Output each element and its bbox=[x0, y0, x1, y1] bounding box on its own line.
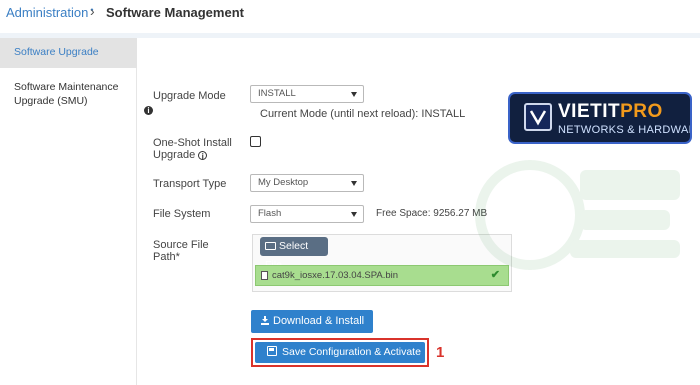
logo-v-icon bbox=[524, 103, 552, 131]
sidebar-item-smu[interactable]: Software Maintenance Upgrade (SMU) bbox=[0, 80, 137, 108]
file-system-value: Flash bbox=[258, 208, 282, 219]
file-system-select[interactable]: Flash bbox=[250, 205, 364, 223]
page-title: Software Management bbox=[106, 5, 244, 20]
one-shot-label-text: One-Shot Install Upgrade bbox=[153, 137, 232, 161]
file-system-label: File System bbox=[153, 208, 211, 220]
free-space-text: Free Space: 9256.27 MB bbox=[376, 208, 488, 219]
breadcrumb-parent-label: Administration bbox=[6, 5, 89, 20]
step-number: 1 bbox=[436, 344, 445, 361]
transport-type-select[interactable]: My Desktop bbox=[250, 174, 364, 192]
caret-down-icon bbox=[351, 92, 357, 97]
selected-file-name: cat9k_iosxe.17.03.04.SPA.bin bbox=[272, 270, 399, 281]
caret-down-icon bbox=[351, 212, 357, 217]
logo-brand-text: VIETITPRO bbox=[558, 101, 663, 123]
caret-down-icon bbox=[351, 181, 357, 186]
logo-brand-accent: PRO bbox=[620, 101, 663, 122]
save-activate-label: Save Configuration & Activate bbox=[282, 346, 421, 358]
folder-open-icon bbox=[265, 242, 276, 250]
select-file-button[interactable]: Select File bbox=[260, 237, 328, 271]
download-install-label: Download & Install bbox=[273, 315, 365, 327]
sidebar-item-software-upgrade[interactable]: Software Upgrade bbox=[0, 38, 137, 68]
chevron-right-icon: › bbox=[90, 3, 95, 19]
transport-type-label: Transport Type bbox=[153, 178, 227, 190]
upgrade-mode-label: Upgrade Mode bbox=[153, 90, 226, 102]
download-icon bbox=[261, 316, 269, 325]
one-shot-install-checkbox[interactable] bbox=[250, 136, 261, 147]
sidebar: Software Upgrade Software Maintenance Up… bbox=[0, 38, 137, 385]
breadcrumb: Administration • › Software Management bbox=[0, 0, 700, 28]
logo-tagline: NETWORKS & HARDWARE bbox=[558, 124, 690, 136]
info-icon[interactable]: i bbox=[144, 106, 153, 115]
upgrade-mode-select[interactable]: INSTALL bbox=[250, 85, 364, 103]
source-file-path-label: Source File Path* bbox=[153, 239, 209, 263]
file-icon bbox=[261, 271, 268, 280]
download-install-button[interactable]: Download & Install bbox=[251, 310, 373, 333]
logo-brand-main: VIETIT bbox=[558, 101, 621, 122]
upgrade-mode-value: INSTALL bbox=[258, 88, 296, 99]
save-configuration-activate-button[interactable]: Save Configuration & Activate bbox=[255, 342, 425, 363]
info-icon[interactable]: i bbox=[198, 151, 208, 161]
selected-file-row: cat9k_iosxe.17.03.04.SPA.bin ✔ bbox=[255, 265, 509, 286]
one-shot-install-label: One-Shot Install Upgrade i bbox=[153, 137, 243, 161]
save-icon bbox=[267, 346, 277, 356]
brand-logo: VIETITPRO NETWORKS & HARDWARE bbox=[508, 92, 692, 144]
transport-type-value: My Desktop bbox=[258, 177, 309, 188]
current-mode-text: Current Mode (until next reload): INSTAL… bbox=[260, 108, 466, 120]
breadcrumb-administration-link[interactable]: Administration • bbox=[6, 5, 94, 20]
checkmark-icon: ✔ bbox=[490, 269, 500, 281]
